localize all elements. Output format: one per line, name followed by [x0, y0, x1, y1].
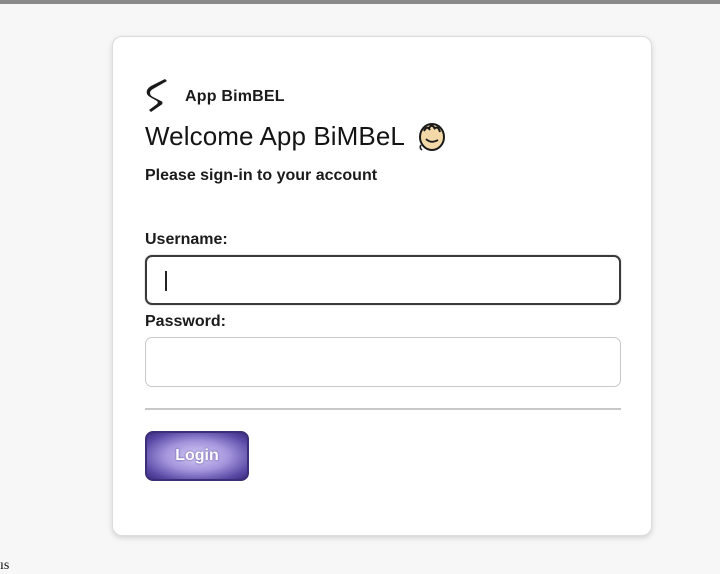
login-button[interactable]: Login	[145, 431, 249, 481]
brand-name: App BimBEL	[185, 88, 285, 105]
welcome-heading: Welcome App BiMBeL	[145, 119, 449, 153]
text-caret	[165, 271, 167, 291]
waving-hand-icon	[419, 123, 445, 151]
password-input[interactable]	[145, 337, 621, 387]
page-title: Welcome App BiMBeL	[145, 120, 405, 151]
signin-subtitle: Please sign-in to your account	[145, 167, 378, 184]
corner-text: ıs	[0, 558, 10, 573]
username-input[interactable]	[145, 255, 621, 305]
brand: App BimBEL	[145, 79, 285, 115]
username-label: Username:	[145, 231, 228, 248]
login-page: App BimBEL Welcome App BiMBeL Please sig…	[0, 0, 720, 574]
password-label: Password:	[145, 313, 226, 330]
top-divider	[0, 0, 720, 4]
brand-s-logo-icon	[146, 79, 167, 112]
form-divider	[145, 408, 621, 410]
login-card: App BimBEL Welcome App BiMBeL Please sig…	[112, 36, 652, 536]
